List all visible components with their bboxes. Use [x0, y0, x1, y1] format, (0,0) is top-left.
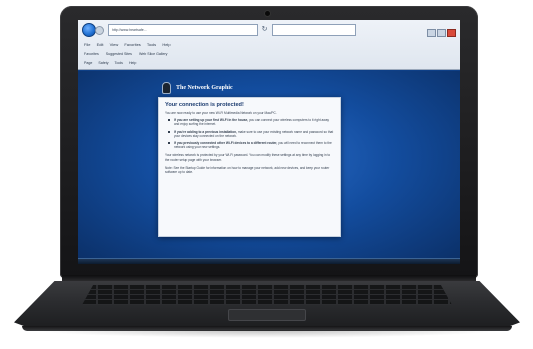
menu-file[interactable]: File	[84, 42, 90, 47]
brand-name: The Network Graphic	[176, 85, 233, 91]
forward-button[interactable]	[95, 26, 104, 35]
web-slice-gallery-link[interactable]: Web Slice Gallery	[139, 52, 168, 56]
bullet-icon	[168, 130, 170, 133]
dialog-list-item: If you're adding to a previous installat…	[165, 130, 334, 138]
dialog-list-item: If you previously connected other Wi-Fi …	[165, 141, 334, 149]
bullet-icon	[168, 142, 170, 145]
command-tools[interactable]: Tools	[115, 61, 123, 65]
taskbar	[78, 258, 460, 264]
browser-chrome: http://www.heartsafe... ↻ File Edit View…	[78, 20, 460, 70]
webcam	[265, 11, 270, 16]
maximize-button[interactable]	[437, 29, 446, 37]
laptop-lid: http://www.heartsafe... ↻ File Edit View…	[60, 6, 478, 278]
laptop-screen: http://www.heartsafe... ↻ File Edit View…	[78, 20, 460, 264]
menu-bar: File Edit View Favorites Tools Help	[84, 41, 176, 49]
dialog-title: Your connection is protected!	[165, 102, 244, 108]
command-help[interactable]: Help	[129, 61, 136, 65]
connection-dialog: Your connection is protected! You are no…	[158, 97, 341, 237]
command-page[interactable]: Page	[84, 61, 92, 65]
minimize-button[interactable]	[427, 29, 436, 37]
dialog-paragraph: Your wireless network is protected by yo…	[165, 153, 331, 162]
laptop-hinge	[62, 275, 476, 281]
menu-tools[interactable]: Tools	[147, 42, 156, 47]
address-bar[interactable]: http://www.heartsafe...	[108, 24, 258, 36]
menu-view[interactable]: View	[110, 42, 119, 47]
trackpad	[228, 309, 306, 321]
favorites-link[interactable]: Favorites	[84, 52, 99, 56]
refresh-icon[interactable]: ↻	[260, 25, 269, 35]
command-bar: Page Safety Tools Help	[84, 59, 454, 67]
dialog-list-item: If you are setting up your first Wi-Fi i…	[165, 118, 334, 126]
menu-favorites[interactable]: Favorites	[124, 42, 140, 47]
command-safety[interactable]: Safety	[98, 61, 108, 65]
bullet-icon	[168, 119, 170, 122]
menu-edit[interactable]: Edit	[97, 42, 104, 47]
web-page: The Network Graphic Your connection is p…	[78, 71, 460, 264]
address-row: http://www.heartsafe... ↻	[78, 23, 460, 39]
search-input[interactable]	[272, 24, 356, 36]
window-controls	[426, 24, 456, 37]
dialog-intro: You are now ready to use your new Wi-Fi …	[165, 111, 277, 115]
laptop-photo: http://www.heartsafe... ↻ File Edit View…	[0, 0, 533, 349]
keyboard-rows	[82, 285, 452, 305]
suggested-sites-link[interactable]: Suggested Sites	[106, 52, 132, 56]
menu-help[interactable]: Help	[162, 42, 170, 47]
laptop-shadow	[30, 330, 504, 338]
brand-logo-icon	[162, 82, 171, 94]
close-button[interactable]	[447, 29, 456, 37]
favorites-bar: Favorites Suggested Sites Web Slice Gall…	[84, 50, 454, 58]
dialog-paragraph: Note: See the Startup Guide for informat…	[165, 165, 330, 175]
back-button[interactable]	[82, 23, 96, 37]
